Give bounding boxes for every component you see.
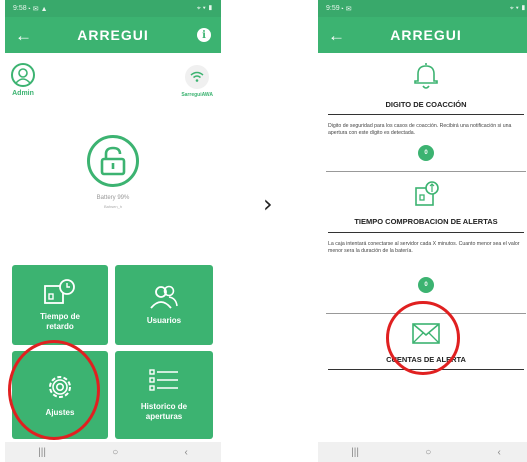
chevron-right-icon: › bbox=[263, 190, 273, 218]
lock-status: Battery 99% Bahsen_h bbox=[5, 135, 221, 209]
status-icons: ◔ ✉ bbox=[339, 5, 352, 13]
sync-box-icon bbox=[415, 181, 439, 207]
title-underline bbox=[328, 114, 524, 116]
back-icon[interactable]: ‹ bbox=[185, 447, 188, 458]
list-history-icon bbox=[149, 369, 178, 392]
title-underline bbox=[328, 231, 524, 233]
tile-ajustes[interactable]: Ajustes bbox=[12, 351, 108, 439]
status-bar: 9:59 ◔ ✉ ⌖ ▾ ▮ bbox=[318, 0, 527, 17]
tile-historico-de-aperturas[interactable]: Historico de aperturas bbox=[115, 351, 213, 439]
title-underline bbox=[328, 369, 524, 371]
status-bar: 9:58 ◔ ✉ ▲ ⌖ ▾ ▮ bbox=[5, 0, 221, 17]
section-title: TIEMPO COMPROBACION DE ALERTAS bbox=[354, 217, 498, 227]
app-bar: ← ARREGUI i bbox=[5, 17, 221, 53]
tile-label: Historico de aperturas bbox=[140, 402, 188, 421]
back-icon[interactable]: ‹ bbox=[498, 447, 501, 458]
status-time: 9:58 bbox=[13, 5, 27, 12]
section-digito-coaccion: DIGITO DE COACCIÓN Digito de seguridad p… bbox=[318, 53, 527, 173]
status-time: 9:59 bbox=[326, 5, 340, 12]
android-nav-bar: ||| ○ ‹ bbox=[318, 442, 527, 462]
brand-logo: ARREGUI bbox=[390, 27, 462, 43]
admin-profile[interactable]: Admin bbox=[11, 63, 35, 97]
section-cuentas-alerta: CUENTAS DE ALERTA bbox=[318, 314, 527, 371]
tile-label: Ajustes bbox=[45, 408, 75, 418]
battery-level: Battery 99% bbox=[96, 195, 130, 201]
app-bar: ← ARREGUI bbox=[318, 17, 527, 53]
status-icons: ◔ ✉ ▲ bbox=[26, 5, 48, 13]
back-arrow-icon[interactable]: ← bbox=[15, 27, 32, 44]
back-arrow-icon[interactable]: ← bbox=[328, 27, 345, 44]
user-icon bbox=[11, 63, 35, 87]
tile-tiempo-de-retardo[interactable]: Tiempo de retardo bbox=[12, 265, 108, 345]
tile-label: Tiempo de retardo bbox=[40, 312, 80, 331]
section-title: CUENTAS DE ALERTA bbox=[386, 354, 466, 364]
section-description: La caja intentará conectarse al servidor… bbox=[328, 240, 520, 254]
padlock-icon bbox=[100, 146, 126, 176]
coaccion-value-button[interactable]: 0 bbox=[418, 145, 434, 162]
mail-envelope-icon bbox=[412, 323, 440, 344]
brand-logo: ARREGUI bbox=[77, 27, 149, 43]
home-icon[interactable]: ○ bbox=[425, 447, 431, 458]
admin-label: Admin bbox=[12, 90, 34, 97]
wifi-label: SarreguiAWA bbox=[181, 92, 213, 98]
delay-timer-icon bbox=[44, 279, 75, 305]
status-right-icons: ⌖ ▾ ▮ bbox=[196, 4, 213, 12]
tiempo-value-button[interactable]: 0 bbox=[418, 276, 434, 293]
recents-icon[interactable]: ||| bbox=[38, 447, 46, 458]
home-icon[interactable]: ○ bbox=[112, 447, 118, 458]
recents-icon[interactable]: ||| bbox=[351, 447, 359, 458]
section-title: DIGITO DE COACCIÓN bbox=[385, 100, 467, 109]
phone-main-menu: 9:58 ◔ ✉ ▲ ⌖ ▾ ▮ ← ARREGUI i Admin Sarre… bbox=[5, 0, 221, 462]
device-id: Bahsen_h bbox=[103, 204, 122, 209]
phone-settings: 9:59 ◔ ✉ ⌖ ▾ ▮ ← ARREGUI DIGITO DE COACC… bbox=[318, 0, 527, 462]
users-icon bbox=[150, 285, 178, 309]
section-description: Digito de seguridad para los casos de co… bbox=[328, 123, 512, 137]
unlock-button[interactable] bbox=[87, 135, 139, 187]
screenshot: 9:58 ◔ ✉ ▲ ⌖ ▾ ▮ ← ARREGUI i Admin Sarre… bbox=[0, 0, 527, 462]
section-tiempo-comprobacion: TIEMPO COMPROBACION DE ALERTAS La caja i… bbox=[318, 172, 527, 314]
settings-gear-icon bbox=[49, 376, 71, 399]
status-right-icons: ⌖ ▾ ▮ bbox=[509, 4, 526, 12]
info-icon[interactable]: i bbox=[197, 28, 211, 42]
top-row: Admin SarreguiAWA bbox=[5, 53, 221, 113]
tile-label: Usuarios bbox=[146, 316, 182, 326]
tile-usuarios[interactable]: Usuarios bbox=[115, 265, 213, 345]
alarm-bell-icon bbox=[414, 62, 438, 89]
wifi-network[interactable]: SarreguiAWA bbox=[181, 65, 213, 98]
wifi-icon bbox=[185, 65, 210, 89]
android-nav-bar: ||| ○ ‹ bbox=[5, 442, 221, 462]
